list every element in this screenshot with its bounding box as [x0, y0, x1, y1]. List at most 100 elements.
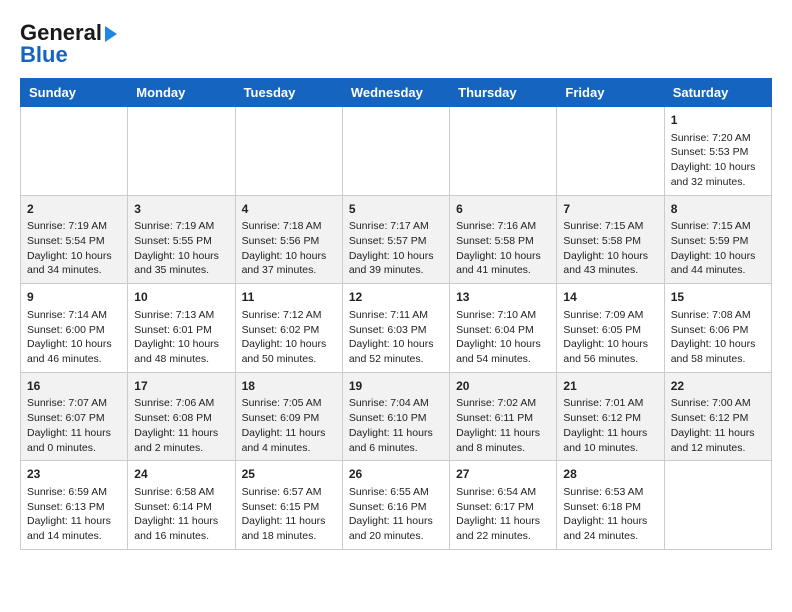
calendar-cell: 7Sunrise: 7:15 AMSunset: 5:58 PMDaylight… — [557, 195, 664, 284]
calendar-cell: 19Sunrise: 7:04 AMSunset: 6:10 PMDayligh… — [342, 372, 449, 461]
day-number: 17 — [134, 378, 228, 395]
day-number: 26 — [349, 466, 443, 483]
calendar-cell: 11Sunrise: 7:12 AMSunset: 6:02 PMDayligh… — [235, 284, 342, 373]
week-row-4: 16Sunrise: 7:07 AMSunset: 6:07 PMDayligh… — [21, 372, 772, 461]
day-info: Sunset: 5:58 PM — [563, 234, 657, 249]
day-number: 21 — [563, 378, 657, 395]
day-number: 2 — [27, 201, 121, 218]
logo: General Blue — [20, 20, 117, 68]
calendar-cell: 26Sunrise: 6:55 AMSunset: 6:16 PMDayligh… — [342, 461, 449, 550]
day-number: 15 — [671, 289, 765, 306]
calendar-cell — [450, 107, 557, 196]
day-info: Sunrise: 7:15 AM — [563, 219, 657, 234]
day-info: Daylight: 10 hours and 52 minutes. — [349, 337, 443, 366]
day-number: 11 — [242, 289, 336, 306]
day-info: Sunset: 6:05 PM — [563, 323, 657, 338]
day-info: Sunrise: 7:12 AM — [242, 308, 336, 323]
day-number: 9 — [27, 289, 121, 306]
calendar-cell: 25 Sunrise: 6:57 AMSunset: 6:15 PMDayligh… — [235, 461, 342, 550]
calendar-cell: 5Sunrise: 7:17 AMSunset: 5:57 PMDaylight… — [342, 195, 449, 284]
calendar-cell: 20Sunrise: 7:02 AMSunset: 6:11 PMDayligh… — [450, 372, 557, 461]
day-info: Sunrise: 7:09 AM — [563, 308, 657, 323]
day-info: Daylight: 10 hours and 35 minutes. — [134, 249, 228, 278]
day-info: Daylight: 10 hours and 56 minutes. — [563, 337, 657, 366]
day-info: Daylight: 10 hours and 58 minutes. — [671, 337, 765, 366]
day-info: Sunrise: 7:08 AM — [671, 308, 765, 323]
calendar-cell — [21, 107, 128, 196]
day-info: Sunset: 6:15 PM — [242, 500, 336, 515]
day-info: Sunset: 6:16 PM — [349, 500, 443, 515]
day-info: Daylight: 10 hours and 44 minutes. — [671, 249, 765, 278]
day-info: Daylight: 11 hours and 16 minutes. — [134, 514, 228, 543]
day-number: 4 — [242, 201, 336, 218]
day-info: Sunrise: 7:14 AM — [27, 308, 121, 323]
day-info: Sunset: 6:08 PM — [134, 411, 228, 426]
day-info: Daylight: 10 hours and 48 minutes. — [134, 337, 228, 366]
day-info: Sunrise: 6:53 AM — [563, 485, 657, 500]
week-row-1: 1Sunrise: 7:20 AMSunset: 5:53 PMDaylight… — [21, 107, 772, 196]
day-number: 27 — [456, 466, 550, 483]
day-info: Sunset: 6:09 PM — [242, 411, 336, 426]
day-info: Sunrise: 7:07 AM — [27, 396, 121, 411]
calendar-cell: 23 Sunrise: 6:59 AMSunset: 6:13 PMDayligh… — [21, 461, 128, 550]
day-info: Sunrise: 7:00 AM — [671, 396, 765, 411]
calendar-cell: 9Sunrise: 7:14 AMSunset: 6:00 PMDaylight… — [21, 284, 128, 373]
day-info: Sunrise: 6:57 AM — [242, 485, 336, 500]
day-info: Sunset: 6:06 PM — [671, 323, 765, 338]
day-number: 6 — [456, 201, 550, 218]
day-info: Sunrise: 7:06 AM — [134, 396, 228, 411]
day-number: 8 — [671, 201, 765, 218]
day-info: Sunset: 6:13 PM — [27, 500, 121, 515]
day-number: 25 — [242, 466, 336, 483]
day-info: Daylight: 11 hours and 14 minutes. — [27, 514, 121, 543]
day-info: Daylight: 11 hours and 8 minutes. — [456, 426, 550, 455]
weekday-header-monday: Monday — [128, 79, 235, 107]
day-info: Sunrise: 6:58 AM — [134, 485, 228, 500]
calendar-cell: 21Sunrise: 7:01 AMSunset: 6:12 PMDayligh… — [557, 372, 664, 461]
day-info: Sunset: 6:14 PM — [134, 500, 228, 515]
day-info: Sunset: 6:12 PM — [563, 411, 657, 426]
day-info: Daylight: 10 hours and 32 minutes. — [671, 160, 765, 189]
day-info: Daylight: 11 hours and 12 minutes. — [671, 426, 765, 455]
day-info: Daylight: 11 hours and 10 minutes. — [563, 426, 657, 455]
day-info: Daylight: 10 hours and 50 minutes. — [242, 337, 336, 366]
day-info: Sunrise: 6:59 AM — [27, 485, 121, 500]
weekday-header-sunday: Sunday — [21, 79, 128, 107]
day-info: Sunset: 5:59 PM — [671, 234, 765, 249]
day-number: 18 — [242, 378, 336, 395]
weekday-header-tuesday: Tuesday — [235, 79, 342, 107]
day-info: Daylight: 10 hours and 43 minutes. — [563, 249, 657, 278]
day-info: Sunrise: 7:19 AM — [27, 219, 121, 234]
day-info: Sunrise: 7:01 AM — [563, 396, 657, 411]
weekday-header-wednesday: Wednesday — [342, 79, 449, 107]
day-info: Sunrise: 7:05 AM — [242, 396, 336, 411]
day-info: Sunset: 5:53 PM — [671, 145, 765, 160]
day-info: Daylight: 11 hours and 18 minutes. — [242, 514, 336, 543]
calendar-cell — [557, 107, 664, 196]
day-info: Daylight: 10 hours and 54 minutes. — [456, 337, 550, 366]
day-number: 24 — [134, 466, 228, 483]
week-row-2: 2Sunrise: 7:19 AMSunset: 5:54 PM Daylight… — [21, 195, 772, 284]
day-info: Sunset: 5:54 PM — [27, 234, 121, 249]
calendar-cell: 27Sunrise: 6:54 AMSunset: 6:17 PMDayligh… — [450, 461, 557, 550]
calendar-cell: 3Sunrise: 7:19 AMSunset: 5:55 PMDaylight… — [128, 195, 235, 284]
day-number: 5 — [349, 201, 443, 218]
day-info: Sunset: 6:10 PM — [349, 411, 443, 426]
day-info: Sunrise: 7:10 AM — [456, 308, 550, 323]
calendar-cell: 15 Sunrise: 7:08 AMSunset: 6:06 PMDayligh… — [664, 284, 771, 373]
weekday-header-thursday: Thursday — [450, 79, 557, 107]
weekday-header-friday: Friday — [557, 79, 664, 107]
day-info: Sunset: 6:04 PM — [456, 323, 550, 338]
calendar-cell: 14Sunrise: 7:09 AMSunset: 6:05 PMDayligh… — [557, 284, 664, 373]
day-info: Sunset: 5:55 PM — [134, 234, 228, 249]
day-info: Daylight: 11 hours and 24 minutes. — [563, 514, 657, 543]
day-number: 1 — [671, 112, 765, 129]
day-info: Daylight: 11 hours and 22 minutes. — [456, 514, 550, 543]
day-info: Sunrise: 6:55 AM — [349, 485, 443, 500]
day-number: 16 — [27, 378, 121, 395]
calendar-cell — [664, 461, 771, 550]
calendar-cell — [128, 107, 235, 196]
day-number: 23 — [27, 466, 121, 483]
calendar-cell: 22Sunrise: 7:00 AMSunset: 6:12 PMDayligh… — [664, 372, 771, 461]
week-row-5: 23Sunrise: 6:59 AMSunset: 6:13 PMDayligh… — [21, 461, 772, 550]
